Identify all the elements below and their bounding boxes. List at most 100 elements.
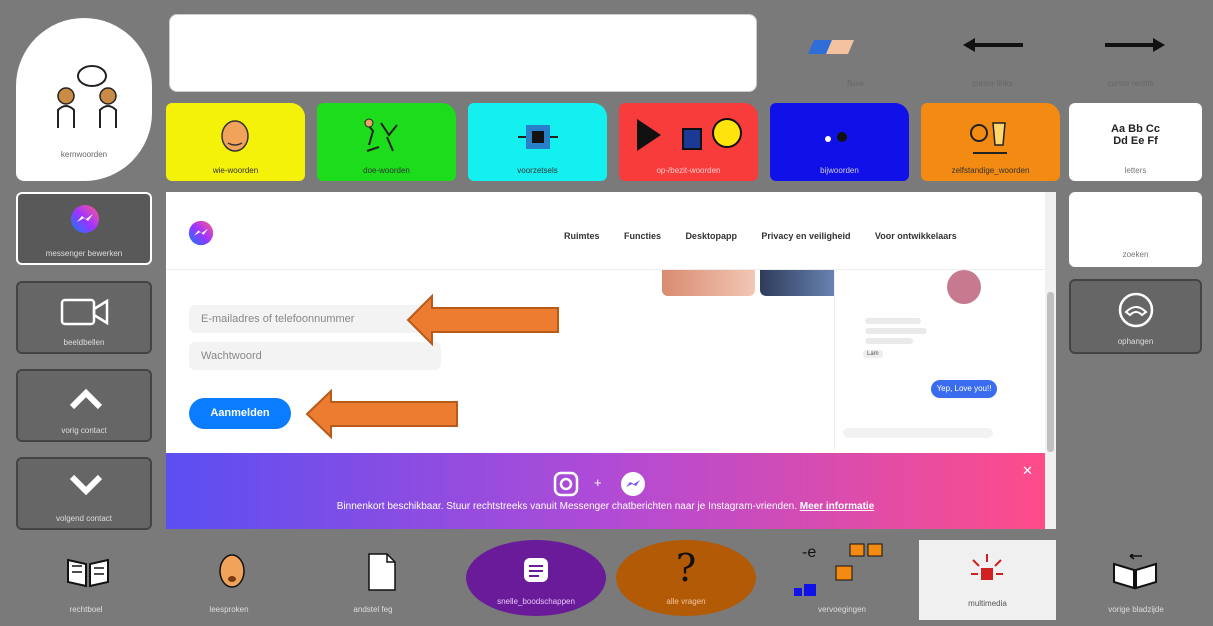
multimedia-icon [971, 554, 1003, 580]
read-aloud-button[interactable]: leesproken [159, 538, 299, 622]
eraser-label: fluxe [847, 79, 864, 88]
chevron-up-icon [69, 388, 103, 410]
core-words-label: kernwoorden [60, 150, 108, 159]
folder-bijwoorden[interactable]: bijwoorden [770, 103, 909, 181]
multimedia-button[interactable]: multimedia [919, 540, 1056, 620]
banner-plus: + [594, 475, 602, 490]
cursor-left-button[interactable]: cursor links [925, 14, 1060, 102]
folder-wie-woorden[interactable]: wie-woorden [166, 103, 305, 181]
cursor-right-label: cursor rechts [1107, 79, 1154, 88]
messenger-edit-label: messenger bewerken [45, 249, 123, 258]
conjugations-label: vervoegingen [817, 605, 867, 614]
cursor-left-label: cursor links [972, 79, 1013, 88]
login-button[interactable]: Aanmelden [189, 398, 291, 429]
folder-label: op-/bezit-woorden [656, 166, 721, 175]
next-contact-label: volgend contact [55, 514, 113, 523]
folder-label: wie-woorden [212, 166, 259, 175]
chat-composer [843, 428, 993, 438]
speaking-face-icon [219, 554, 245, 588]
chat-line [865, 318, 921, 324]
browser-panel: Ruimtes Functies Desktopapp Privacy en v… [166, 192, 1056, 529]
message-bar[interactable] [169, 14, 757, 92]
folder-voorzetsels[interactable]: voorzetsels [468, 103, 607, 181]
scrollbar-thumb[interactable] [1047, 292, 1054, 452]
document-icon [368, 553, 396, 591]
all-questions-label: alle vragen [666, 597, 706, 606]
previous-page-label: vorige bladzijde [1108, 605, 1164, 614]
chat-line [865, 338, 913, 344]
email-input[interactable]: E-mailadres of telefoonnummer [189, 305, 441, 333]
hang-up-icon [1118, 292, 1154, 328]
video-call-label: beeldbellen [63, 338, 105, 347]
cursor-right-button[interactable]: cursor rechts [1063, 14, 1198, 102]
search-button[interactable]: zoeken [1069, 192, 1202, 267]
hang-up-button[interactable]: ophangen [1069, 279, 1202, 354]
nav-developers[interactable]: Voor ontwikkelaars [875, 231, 957, 241]
folder-label: doe-woorden [363, 166, 410, 175]
chat-name: Lam [863, 350, 883, 358]
contact-avatar [947, 270, 981, 304]
folder-zelfstandige-woorden[interactable]: zelfstandige_woorden [921, 103, 1060, 181]
arrow-left-icon [963, 38, 1023, 52]
banner-text: Binnenkort beschikbaar. Stuur rechtstree… [166, 501, 1045, 512]
banner-message: Binnenkort beschikbaar. Stuur rechtstree… [336, 501, 797, 512]
arrow-to-email-icon [406, 294, 559, 346]
eraser-icon [808, 40, 854, 54]
messenger-header: Ruimtes Functies Desktopapp Privacy en v… [166, 192, 1046, 270]
folder-doe-woorden[interactable]: doe-woorden [317, 103, 456, 181]
instagram-icon [553, 471, 579, 497]
nav-desktopapp[interactable]: Desktopapp [685, 231, 737, 241]
previous-page-button[interactable]: vorige bladzijde [1066, 538, 1206, 622]
multimedia-label: multimedia [968, 599, 1007, 608]
letters-button[interactable]: Aa Bb Cc Dd Ee Ff letters [1069, 103, 1202, 181]
letters-text-2: Dd Ee Ff [1113, 135, 1158, 147]
shapes-pointer-icon [637, 118, 742, 151]
conversation-icon [57, 65, 117, 128]
message-icon [524, 558, 548, 582]
all-questions-button[interactable]: ? alle vragen [616, 540, 756, 616]
open-book-icon [1113, 554, 1157, 590]
box-icon [518, 125, 558, 149]
folder-label: voorzetsels [517, 166, 558, 175]
messenger-icon [71, 205, 99, 233]
messenger-logo-icon[interactable] [188, 220, 214, 246]
chat-bubble: Yep, Love you!! [931, 380, 997, 398]
action-icon [364, 118, 398, 152]
phone-mockup: Lam Yep, Love you!! [834, 270, 1002, 450]
messenger-edit-button[interactable]: messenger bewerken [16, 192, 152, 265]
nav-ruimtes[interactable]: Ruimtes [564, 231, 600, 241]
banner-link[interactable]: Meer informatie [800, 501, 874, 512]
face-icon [221, 120, 249, 152]
messenger-small-icon [621, 472, 645, 496]
hero-photo-2 [760, 270, 840, 296]
letters-text-1: Aa Bb Cc [1111, 123, 1160, 135]
arrow-to-login-icon [305, 389, 458, 439]
dictionary-button[interactable]: rechtboel [16, 538, 156, 622]
shapes-icon [794, 543, 883, 596]
nav-privacy[interactable]: Privacy en veiligheid [761, 231, 850, 241]
quick-messages-button[interactable]: snelle_boodschappen [466, 540, 606, 616]
password-input[interactable]: Wachtwoord [189, 342, 441, 370]
objects-icon [970, 122, 1007, 154]
quick-messages-label: snelle_boodschappen [497, 597, 575, 606]
hero-photo-1 [662, 270, 755, 296]
messenger-nav: Ruimtes Functies Desktopapp Privacy en v… [544, 226, 957, 244]
dictionary-label: rechtboel [69, 605, 103, 614]
previous-contact-label: vorig contact [61, 426, 107, 435]
banner-close-icon[interactable]: ✕ [1022, 463, 1033, 479]
conjugations-button[interactable]: -e vervoegingen [772, 538, 912, 622]
aac-screen: kernwoorden fluxe cursor links cursor re… [0, 0, 1213, 626]
folder-label: zelfstandige_woorden [951, 166, 1030, 175]
folder-op-bezit-woorden[interactable]: op-/bezit-woorden [619, 103, 758, 181]
document-button[interactable]: andstel feg [303, 538, 443, 622]
core-words-button[interactable]: kernwoorden [16, 18, 152, 181]
nav-functies[interactable]: Functies [624, 231, 661, 241]
video-call-button[interactable]: beeldbellen [16, 281, 152, 354]
eraser-button[interactable]: fluxe [788, 14, 923, 102]
next-contact-button[interactable]: volgend contact [16, 457, 152, 530]
previous-contact-button[interactable]: vorig contact [16, 369, 152, 442]
instagram-banner: + Binnenkort beschikbaar. Stuur rechtstr… [166, 453, 1045, 529]
chat-line [865, 328, 927, 334]
video-camera-icon [60, 298, 109, 326]
read-aloud-label: leesproken [209, 605, 249, 614]
